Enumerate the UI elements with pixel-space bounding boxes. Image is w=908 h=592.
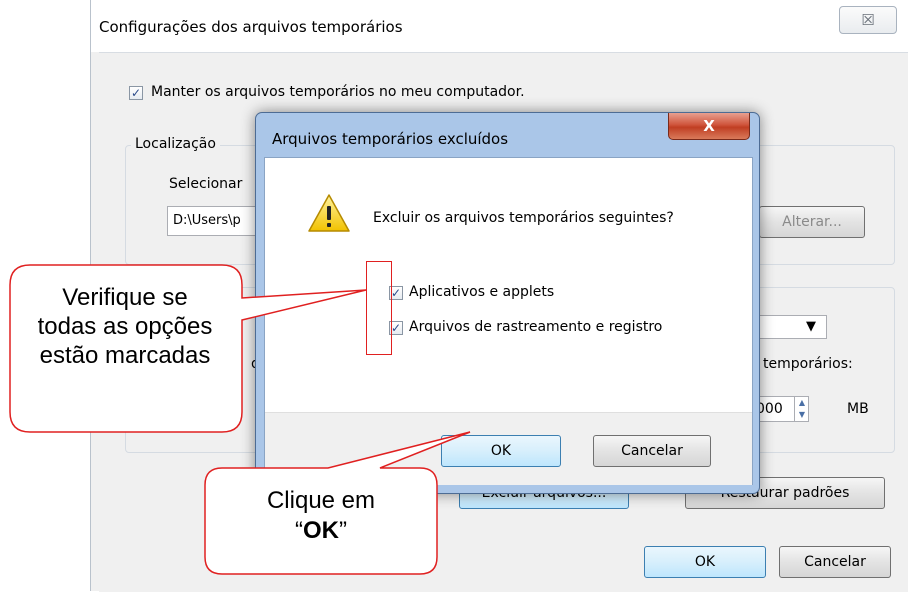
click-ok-quote-open: “: [295, 517, 303, 544]
click-ok-callout-text: Clique em “OK”: [210, 486, 432, 546]
verify-callout-text: Verifique se todas as opções estão marca…: [37, 284, 213, 369]
click-ok-prefix: Clique em: [266, 487, 376, 514]
click-ok-quote-close: ”: [339, 517, 347, 544]
click-ok-bold: OK: [303, 517, 339, 544]
